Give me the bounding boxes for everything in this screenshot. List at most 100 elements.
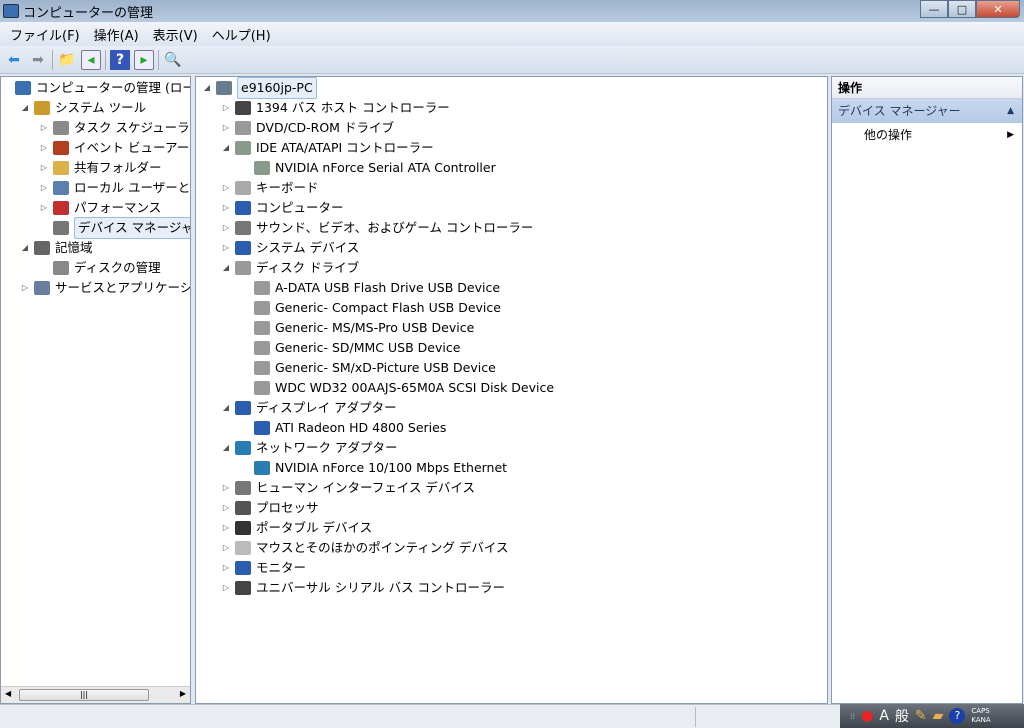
tree-item[interactable]: デバイス マネージャー [39,217,190,239]
tree-item[interactable]: コンピューターの管理 (ローカル) [1,78,190,98]
input-mode-button[interactable]: A [879,708,889,724]
tree-item[interactable]: Generic- Compact Flash USB Device [240,298,501,318]
tree-item[interactable]: ▷ コンピューター [221,198,344,218]
toolbox-icon[interactable]: ▰ [933,708,944,724]
collapse-icon[interactable]: ◢ [221,398,231,418]
expand-icon[interactable]: ▷ [20,278,30,298]
tree-item[interactable]: Generic- SD/MMC USB Device [240,338,460,358]
expand-icon[interactable]: ▷ [221,498,231,518]
tree-item[interactable]: ▷ サウンド、ビデオ、およびゲーム コントローラー [221,218,533,238]
tree-item[interactable]: ▷ パフォーマンス [39,198,161,218]
menu-action[interactable]: 操作(A) [94,25,139,44]
help-icon[interactable]: ? [110,49,130,70]
tree-item-label: A-DATA USB Flash Drive USB Device [275,280,501,295]
tree-item[interactable]: ディスクの管理 [39,258,161,278]
expand-icon[interactable]: ▷ [221,538,231,558]
expand-icon[interactable]: ▷ [221,578,231,598]
hid-icon [235,481,251,495]
expand-icon[interactable]: ▷ [221,118,231,138]
actions-section-device-manager[interactable]: デバイス マネージャー ▲ [832,99,1022,123]
tree-item[interactable]: ▷ モニター [221,558,306,578]
menu-view[interactable]: 表示(V) [153,25,198,44]
processor-icon [235,501,251,515]
menu-file[interactable]: ファイル(F) [10,25,80,44]
collapse-icon[interactable]: ◢ [221,258,231,278]
tree-item[interactable]: ▷ ヒューマン インターフェイス デバイス [221,478,475,498]
tree-item[interactable]: ▷ サービスとアプリケーション [20,278,190,298]
expand-icon[interactable]: ▷ [221,98,231,118]
tree-item[interactable]: Generic- SM/xD-Picture USB Device [240,358,496,378]
close-button[interactable]: ✕ [976,0,1020,18]
ime-icon[interactable]: ● [861,708,873,724]
tree-item[interactable]: ▷ DVD/CD-ROM ドライブ [221,118,394,138]
ime-pad-icon[interactable]: ✎ [915,708,927,724]
collapse-icon[interactable]: ◢ [20,98,30,118]
expand-icon[interactable]: ▷ [221,558,231,578]
tree-item[interactable]: NVIDIA nForce Serial ATA Controller [240,158,496,178]
tree-item[interactable]: ▷ ポータブル デバイス [221,518,372,538]
tree-item[interactable]: NVIDIA nForce 10/100 Mbps Ethernet [240,458,507,478]
scan-hardware-icon[interactable]: 🔍 [163,50,183,70]
tree-item[interactable]: A-DATA USB Flash Drive USB Device [240,278,500,298]
tree-item[interactable]: ◢ 記憶域 [20,238,93,258]
more-actions-item[interactable]: 他の操作 ▶ [832,123,1022,147]
tree-item[interactable]: ATI Radeon HD 4800 Series [240,418,446,438]
conversion-mode-button[interactable]: 般 [895,706,909,726]
tree-item[interactable]: Generic- MS/MS-Pro USB Device [240,318,474,338]
tree-item[interactable]: ◢ ディスプレイ アダプター [221,398,397,418]
expand-icon[interactable]: ▷ [39,118,49,138]
tree-item[interactable]: ◢ ディスク ドライブ [221,258,359,278]
tree-item[interactable]: ▷ 1394 バス ホスト コントローラー [221,98,450,118]
maximize-button[interactable]: □ [948,0,976,18]
expand-icon[interactable]: ▷ [39,198,49,218]
grip-icon[interactable]: ⁞⁞ [850,712,855,721]
scroll-left-icon[interactable]: ◀ [5,689,11,698]
expand-icon[interactable]: ▷ [221,178,231,198]
expand-icon[interactable]: ▷ [221,198,231,218]
tree-item-label: IDE ATA/ATAPI コントローラー [256,140,434,155]
help-icon[interactable]: ? [949,708,966,724]
tree-item[interactable]: ◢ IDE ATA/ATAPI コントローラー [221,138,434,158]
collapse-icon[interactable]: ◢ [221,438,231,458]
up-folder-icon[interactable]: 📁 [57,50,77,70]
tools-icon [34,101,50,115]
expand-icon[interactable]: ▷ [39,138,49,158]
tree-item[interactable]: ▷ 共有フォルダー [39,158,162,178]
horizontal-scrollbar[interactable]: ◀ ||| ▶ [1,686,190,703]
expand-icon[interactable]: ▷ [39,178,49,198]
forward-icon[interactable]: ➡ [28,50,48,70]
expand-icon[interactable]: ▷ [39,158,49,178]
show-hide-action-pane-icon[interactable]: ▸ [134,49,154,70]
menu-help[interactable]: ヘルプ(H) [212,25,271,44]
tree-item[interactable]: WDC WD32 00AAJS-65M0A SCSI Disk Device [240,378,554,398]
collapse-icon[interactable]: ◢ [202,78,212,98]
tree-item-label: WDC WD32 00AAJS-65M0A SCSI Disk Device [275,380,555,395]
scrollbar-thumb[interactable]: ||| [19,689,149,701]
expand-icon[interactable]: ▷ [221,238,231,258]
tree-item[interactable]: ▷ マウスとそのほかのポインティング デバイス [221,538,508,558]
collapse-icon[interactable]: ◢ [221,138,231,158]
separator [105,49,106,70]
tree-item[interactable]: ▷ システム デバイス [221,238,359,258]
scroll-right-icon[interactable]: ▶ [180,689,186,698]
expand-icon[interactable]: ▷ [221,518,231,538]
tree-item[interactable]: ▷ ローカル ユーザーとグループ [39,178,190,198]
expand-icon[interactable]: ▷ [221,218,231,238]
back-icon[interactable]: ⬅ [4,50,24,70]
tree-item[interactable]: ▷ タスク スケジューラ [39,118,190,138]
tree-item[interactable]: ◢ ネットワーク アダプター [221,438,397,458]
show-hide-console-tree-icon[interactable]: ◂ [81,49,101,70]
tree-item[interactable]: ◢ システム ツール [20,98,146,118]
minimize-button[interactable]: — [920,0,948,18]
caps-indicator: CAPS [971,707,990,715]
tree-item[interactable]: ▷ ユニバーサル シリアル バス コントローラー [221,578,505,598]
tree-item[interactable]: ◢ e9160jp-PC [202,77,317,99]
tree-item[interactable]: ▷ プロセッサ [221,498,319,518]
tree-item-label: Generic- Compact Flash USB Device [275,300,501,315]
expand-icon[interactable]: ▷ [221,478,231,498]
tree-item[interactable]: ▷ キーボード [221,178,319,198]
collapse-icon[interactable]: ◢ [20,238,30,258]
tree-item-label: ヒューマン インターフェイス デバイス [256,480,475,495]
tree-item[interactable]: ▷ イベント ビューアー [39,138,189,158]
tree-item-label: DVD/CD-ROM ドライブ [256,120,394,135]
